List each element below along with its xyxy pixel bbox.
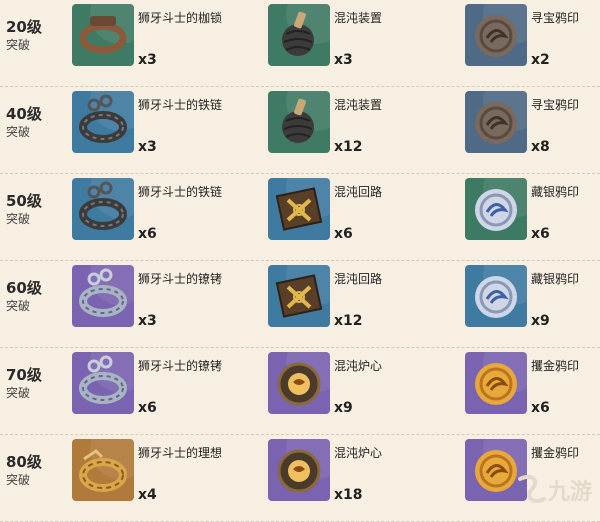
- material-item[interactable]: 混沌炉心 x18: [268, 435, 458, 522]
- chaos-core-icon: [268, 352, 330, 414]
- level-row: 70级突破 狮牙斗士的镣铐 x6 混沌炉心 x9 攫金鸦印 x6: [0, 348, 600, 435]
- chaos-circuit-icon: [268, 265, 330, 327]
- material-item[interactable]: 寻宝鸦印 x2: [465, 0, 600, 87]
- chain-icon: [72, 91, 134, 153]
- material-count: x3: [138, 52, 157, 68]
- watermark-text: 九游: [547, 479, 592, 505]
- golden-crow-insignia-icon: [465, 352, 527, 414]
- material-name: 藏银鸦印: [531, 272, 580, 286]
- material-item[interactable]: 混沌回路 x12: [268, 261, 458, 348]
- material-count: x6: [334, 226, 353, 242]
- material-item[interactable]: 狮牙斗士的枷锁 x3: [72, 0, 262, 87]
- level-label: 40级: [6, 105, 42, 123]
- material-count: x12: [334, 313, 363, 329]
- silver-crow-insignia-icon: [465, 178, 527, 240]
- material-item[interactable]: 狮牙斗士的镣铐 x3: [72, 261, 262, 348]
- breakthrough-label: 突破: [6, 473, 31, 487]
- material-name: 混沌炉心: [334, 359, 383, 373]
- material-name: 混沌装置: [334, 98, 383, 112]
- material-count: x18: [334, 487, 363, 503]
- fetters-icon: [72, 265, 134, 327]
- jiuyou-watermark: 九游: [514, 471, 594, 509]
- material-item[interactable]: 攫金鸦印 x6: [465, 348, 600, 435]
- material-item[interactable]: 混沌装置 x3: [268, 0, 458, 87]
- material-name: 混沌回路: [334, 272, 383, 286]
- material-name: 混沌装置: [334, 11, 383, 25]
- material-count: x6: [138, 226, 157, 242]
- shackle-icon: [72, 4, 134, 66]
- material-item[interactable]: 混沌炉心 x9: [268, 348, 458, 435]
- breakthrough-label: 突破: [6, 386, 31, 400]
- material-count: x2: [531, 52, 550, 68]
- silver-crow-insignia-icon: [465, 265, 527, 327]
- breakthrough-label: 突破: [6, 212, 31, 226]
- chaos-device-icon: [268, 91, 330, 153]
- fetters-icon: [72, 352, 134, 414]
- material-count: x6: [531, 226, 550, 242]
- level-label: 70级: [6, 366, 42, 384]
- material-count: x8: [531, 139, 550, 155]
- level-label: 20级: [6, 18, 42, 36]
- breakthrough-label: 突破: [6, 125, 31, 139]
- material-item[interactable]: 藏银鸦印 x9: [465, 261, 600, 348]
- level-row: 60级突破 狮牙斗士的镣铐 x3 混沌回路 x12 藏银鸦印 x9: [0, 261, 600, 348]
- material-item[interactable]: 狮牙斗士的铁链 x6: [72, 174, 262, 261]
- material-name: 攫金鸦印: [531, 446, 580, 460]
- material-name: 藏银鸦印: [531, 185, 580, 199]
- material-name: 攫金鸦印: [531, 359, 580, 373]
- material-item[interactable]: 狮牙斗士的铁链 x3: [72, 87, 262, 174]
- level-row: 80级突破 狮牙斗士的理想 x4 混沌炉心 x18 攫金鸦印: [0, 435, 600, 522]
- breakthrough-label: 突破: [6, 299, 31, 313]
- material-name: 寻宝鸦印: [531, 11, 580, 25]
- material-name: 狮牙斗士的理想: [138, 446, 223, 460]
- material-count: x9: [531, 313, 550, 329]
- material-item[interactable]: 寻宝鸦印 x8: [465, 87, 600, 174]
- level-row: 40级突破 狮牙斗士的铁链 x3 混沌装置 x12 寻宝鸦印 x8: [0, 87, 600, 174]
- chaos-device-icon: [268, 4, 330, 66]
- level-label: 80级: [6, 453, 42, 471]
- material-count: x12: [334, 139, 363, 155]
- level-label: 50级: [6, 192, 42, 210]
- material-name: 狮牙斗士的铁链: [138, 185, 223, 199]
- material-count: x3: [334, 52, 353, 68]
- material-item[interactable]: 混沌装置 x12: [268, 87, 458, 174]
- material-item[interactable]: 藏银鸦印 x6: [465, 174, 600, 261]
- material-count: x9: [334, 400, 353, 416]
- ideal-icon: [72, 439, 134, 501]
- material-name: 狮牙斗士的枷锁: [138, 11, 223, 25]
- material-count: x6: [531, 400, 550, 416]
- jiuyou-logo-icon: 九游: [518, 474, 592, 505]
- material-count: x3: [138, 313, 157, 329]
- chaos-core-icon: [268, 439, 330, 501]
- material-item[interactable]: 狮牙斗士的理想 x4: [72, 435, 262, 522]
- level-row: 50级突破 狮牙斗士的铁链 x6 混沌回路 x6 藏银鸦印 x6: [0, 174, 600, 261]
- material-name: 混沌炉心: [334, 446, 383, 460]
- crow-insignia-icon: [465, 91, 527, 153]
- crow-insignia-icon: [465, 4, 527, 66]
- material-name: 狮牙斗士的镣铐: [138, 359, 223, 373]
- material-name: 狮牙斗士的铁链: [138, 98, 223, 112]
- material-count: x3: [138, 139, 157, 155]
- breakthrough-label: 突破: [6, 38, 31, 52]
- level-label: 60级: [6, 279, 42, 297]
- chain-icon: [72, 178, 134, 240]
- material-count: x6: [138, 400, 157, 416]
- material-item[interactable]: 狮牙斗士的镣铐 x6: [72, 348, 262, 435]
- material-item[interactable]: 混沌回路 x6: [268, 174, 458, 261]
- chaos-circuit-icon: [268, 178, 330, 240]
- material-name: 混沌回路: [334, 185, 383, 199]
- material-name: 狮牙斗士的镣铐: [138, 272, 223, 286]
- material-name: 寻宝鸦印: [531, 98, 580, 112]
- level-row: 20级突破 狮牙斗士的枷锁 x3 混沌装置 x3 寻宝鸦印 x2: [0, 0, 600, 87]
- material-count: x4: [138, 487, 157, 503]
